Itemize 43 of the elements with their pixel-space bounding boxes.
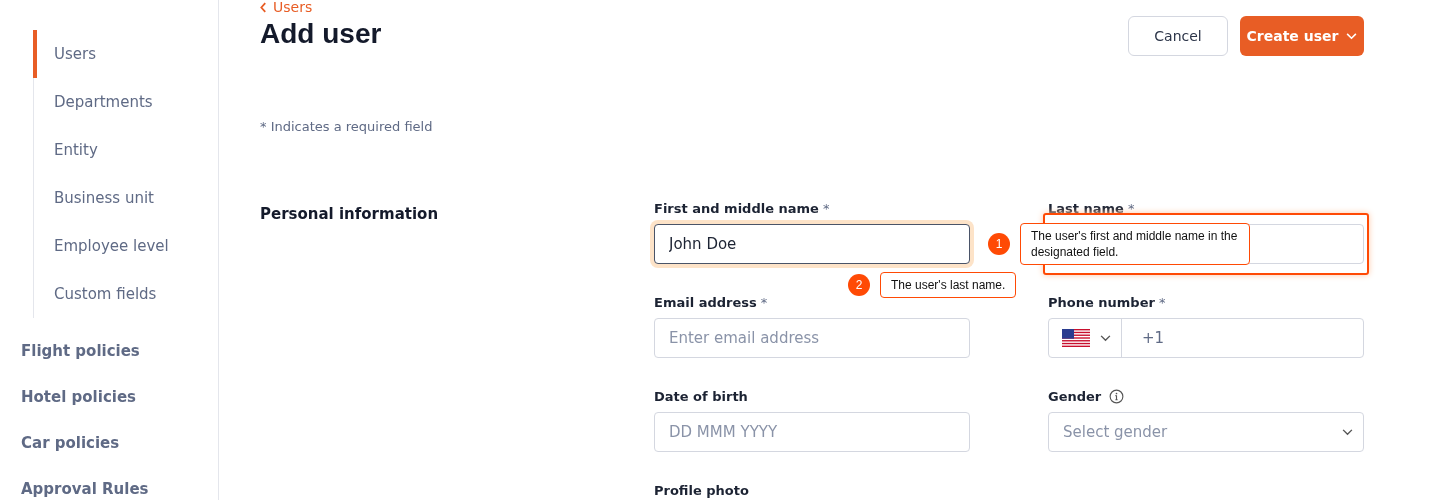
sidebar-item[interactable]: Employee level bbox=[33, 222, 218, 270]
caret-icon bbox=[1346, 32, 1358, 40]
sidebar-item[interactable]: Hotel policies bbox=[0, 374, 218, 420]
caret-icon bbox=[1100, 334, 1111, 342]
sidebar-item[interactable]: Users bbox=[33, 30, 218, 78]
callout-tooltip: The user's first and middle name in the designated field. bbox=[1020, 223, 1250, 265]
caret-icon bbox=[1342, 428, 1353, 436]
sidebar-item[interactable]: Business unit bbox=[33, 174, 218, 222]
input-field[interactable]: DD MMM YYYY bbox=[654, 412, 970, 452]
gender-select[interactable]: Select gender bbox=[1048, 412, 1364, 452]
chevron-left-icon bbox=[260, 1, 267, 13]
callout-tooltip: The user's last name. bbox=[880, 272, 1017, 298]
sidebar-item[interactable]: Entity bbox=[33, 126, 218, 174]
field-label: Email address bbox=[654, 294, 757, 310]
phone-field[interactable]: +1 bbox=[1048, 318, 1364, 358]
sidebar-item[interactable]: Departments bbox=[33, 78, 218, 126]
sidebar-item[interactable]: Custom fields bbox=[33, 270, 218, 318]
flag-icon bbox=[1062, 329, 1090, 347]
required-asterisk: * bbox=[1158, 294, 1166, 310]
page-title: Add user bbox=[260, 18, 382, 50]
field-label: First and middle name bbox=[654, 200, 819, 216]
required-note: * Indicates a required field bbox=[260, 119, 434, 134]
sidebar-item[interactable]: Approval Rules bbox=[0, 466, 218, 500]
info-icon[interactable] bbox=[1109, 388, 1125, 404]
required-asterisk: * bbox=[1127, 200, 1135, 216]
phone-value: +1 bbox=[1141, 329, 1165, 347]
field-label: Date of birth bbox=[654, 388, 748, 404]
back-link[interactable]: Users bbox=[260, 0, 382, 16]
cancel-button[interactable]: Cancel bbox=[1128, 16, 1228, 56]
required-asterisk: * bbox=[760, 294, 768, 310]
sidebar-item[interactable]: Flight policies bbox=[0, 328, 218, 374]
create-user-button[interactable]: Create user bbox=[1240, 16, 1364, 56]
input-field[interactable]: John Doe bbox=[654, 224, 970, 264]
field-label: Gender bbox=[1048, 388, 1102, 404]
sidebar-item[interactable]: Car policies bbox=[0, 420, 218, 466]
section-title: Personal information bbox=[260, 205, 440, 225]
input-field[interactable]: Enter email address bbox=[654, 318, 970, 358]
callout-number: 1 bbox=[988, 233, 1010, 255]
required-asterisk: * bbox=[822, 200, 830, 216]
field-label: Last name bbox=[1048, 200, 1124, 216]
field-label: Profile photo bbox=[654, 482, 749, 498]
callout-number: 2 bbox=[848, 274, 870, 296]
field-label: Phone number bbox=[1048, 294, 1155, 310]
